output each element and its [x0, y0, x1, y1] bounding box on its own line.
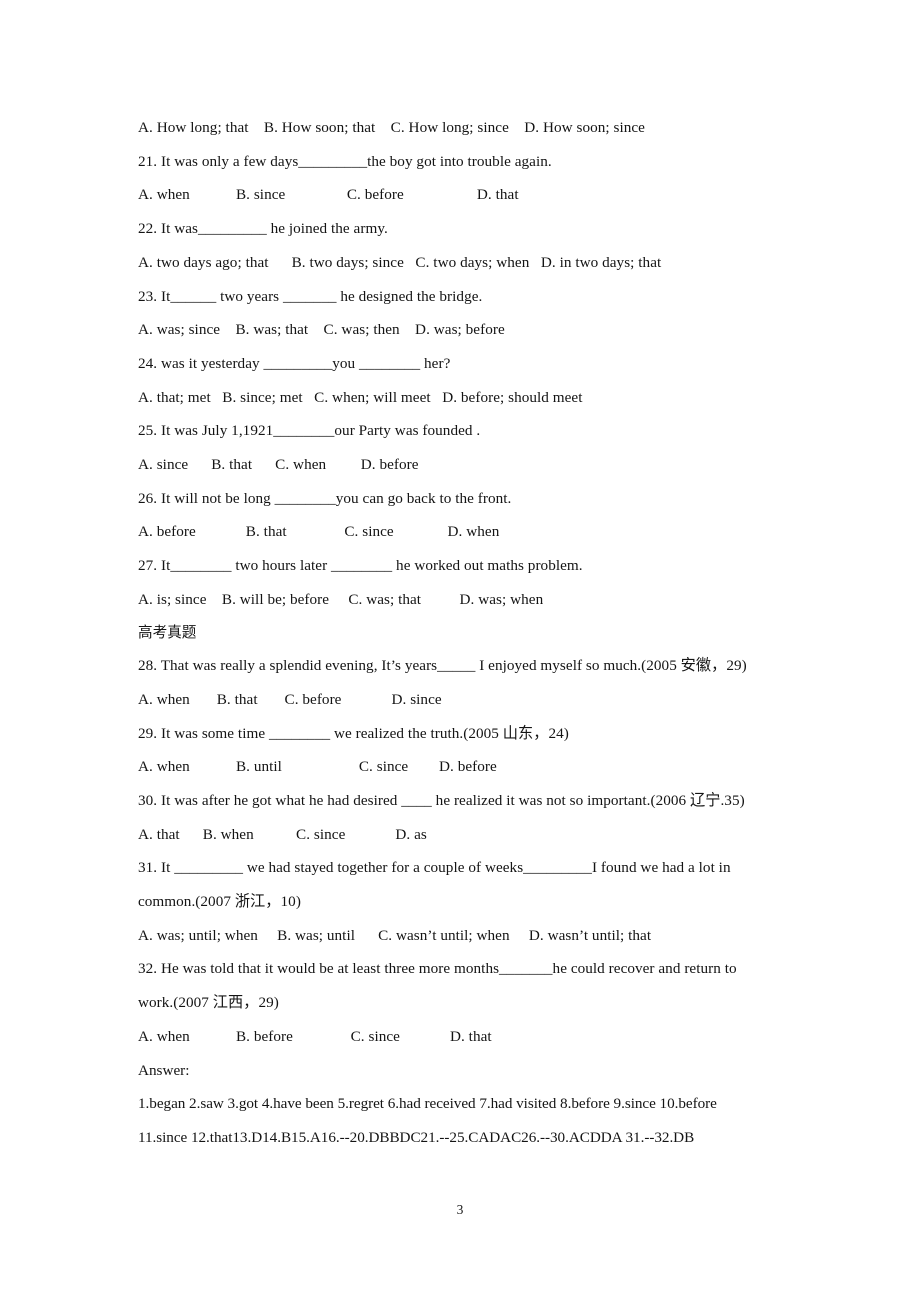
question-stem-27: 27. It________ two hours later ________ … [138, 557, 583, 575]
options-row-28: A. when B. that C. before D. since [138, 690, 442, 708]
question-stem-32: 32. He was told that it would be at leas… [138, 960, 737, 978]
options-row-24: A. that; met B. since; met C. when; will… [138, 388, 583, 406]
options-row-31: A. was; until; when B. was; until C. was… [138, 926, 652, 944]
question-stem-22: 22. It was_________ he joined the army. [138, 220, 388, 238]
options-row-22: A. two days ago; that B. two days; since… [138, 253, 662, 271]
answer-key-label: Answer: [138, 1061, 190, 1079]
options-row-30: A. that B. when C. since D. as [138, 825, 427, 843]
options-row-25: A. since B. that C. when D. before [138, 456, 419, 474]
page-number: 3 [456, 1202, 464, 1217]
options-row-29: A. when B. until C. since D. before [138, 758, 497, 776]
document-body: A. How long; that B. How soon; that C. H… [138, 120, 786, 1164]
question-stem-29: 29. It was some time ________ we realize… [138, 724, 569, 742]
question-stem-30: 30. It was after he got what he had desi… [138, 791, 745, 809]
question-stem-25: 25. It was July 1,1921________our Party … [138, 422, 481, 440]
question-stem-28: 28. That was really a splendid evening, … [138, 657, 747, 675]
question-stem-31: 31. It _________ we had stayed together … [138, 859, 731, 877]
question-stem-24: 24. was it yesterday _________you ______… [138, 354, 451, 372]
answer-key-line-1: 1.began 2.saw 3.got 4.have been 5.regret… [138, 1095, 717, 1113]
options-row-26: A. before B. that C. since D. when [138, 523, 500, 541]
question-stem-31-continuation: common.(2007 浙江，10) [138, 893, 301, 911]
section-heading-gaokao: 高考真题 [138, 623, 197, 641]
answer-key-line-2: 11.since 12.that13.D14.B15.A16.--20.DBBD… [138, 1128, 695, 1146]
options-row: A. How long; that B. How soon; that C. H… [138, 119, 645, 136]
options-row-32: A. when B. before C. since D. that [138, 1027, 492, 1045]
question-stem-26: 26. It will not be long ________you can … [138, 489, 512, 507]
question-stem-21: 21. It was only a few days_________the b… [138, 152, 552, 170]
options-row-23: A. was; since B. was; that C. was; then … [138, 321, 505, 339]
question-stem-23: 23. It______ two years _______ he design… [138, 287, 483, 305]
question-stem-32-continuation: work.(2007 江西，29) [138, 994, 279, 1012]
options-row-27: A. is; since B. will be; before C. was; … [138, 590, 544, 608]
document-page: A. How long; that B. How soon; that C. H… [0, 0, 920, 1302]
options-row-21: A. when B. since C. before D. that [138, 186, 519, 204]
